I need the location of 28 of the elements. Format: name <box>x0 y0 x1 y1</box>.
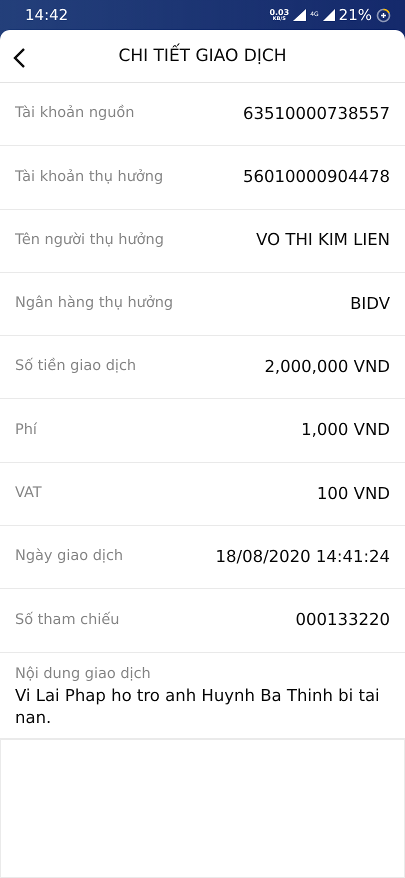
field-value: 1,000 VND <box>301 419 390 442</box>
field-label: Ngân hàng thụ hưởng <box>15 294 174 314</box>
status-time: 14:42 <box>25 4 68 26</box>
field-label: Tài khoản nguồn <box>15 104 134 124</box>
field-value: 18/08/2020 14:41:24 <box>216 546 390 568</box>
field-value: 100 VND <box>316 482 390 505</box>
field-label: Nội dung giao dịch <box>15 664 152 684</box>
battery-icon <box>376 8 391 22</box>
field-value: VO THI KIM LIEN <box>256 229 390 252</box>
field-label: Số tham chiếu <box>15 610 120 630</box>
back-button[interactable] <box>12 45 26 69</box>
network-speed: 0.03 <box>269 8 290 16</box>
field-label: Ngày giao dịch <box>15 547 124 566</box>
signal-icon <box>293 9 306 21</box>
field-label: VAT <box>15 484 42 504</box>
field-label: Tài khoản thụ hưởng <box>15 168 164 187</box>
field-value: BIDV <box>350 292 390 315</box>
field-label: Số tiền giao dịch <box>15 356 136 376</box>
page-title: CHI TIẾT GIAO DỊCH <box>118 46 287 66</box>
battery-level: 21% <box>338 4 372 26</box>
signal-icon <box>322 9 335 21</box>
field-label: Tên người thụ hưởng <box>15 230 164 250</box>
field-label: Phí <box>15 420 37 440</box>
field-value: 56010000904478 <box>243 166 390 188</box>
field-value: 63510000738557 <box>243 102 390 125</box>
field-value: 000133220 <box>296 609 390 632</box>
field-value: 2,000,000 VND <box>264 356 390 378</box>
field-value: Vi Lai Phap ho tro anh Huynh Ba Thinh bi tai nan. <box>15 685 381 728</box>
